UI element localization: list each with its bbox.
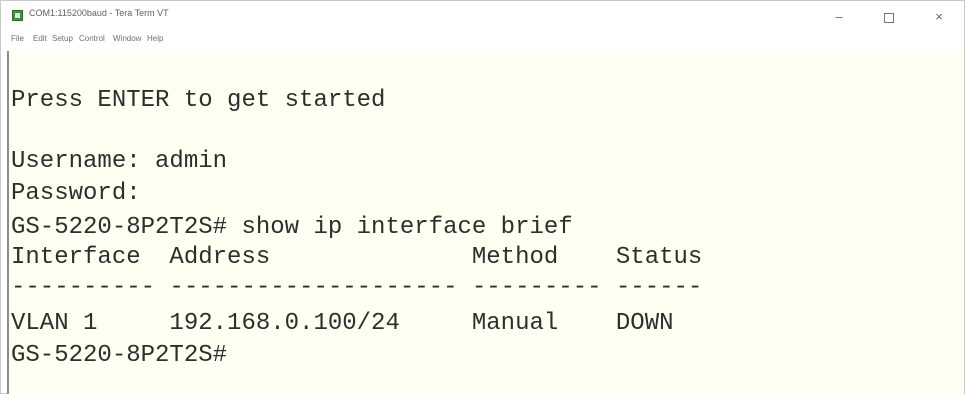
terminal-line-table-header: Interface Address Method Status (11, 244, 703, 271)
menu-edit[interactable]: Edit (33, 34, 47, 43)
minimize-button[interactable]: – (819, 4, 859, 30)
menu-control[interactable]: Control (79, 34, 105, 43)
terminal-line-vlan-row: VLAN 1 192.168.0.100/24 Manual DOWN (11, 310, 674, 337)
tera-term-app-icon[interactable] (12, 10, 23, 21)
menu-help[interactable]: Help (147, 34, 163, 43)
maximize-icon (884, 12, 894, 23)
terminal-screen[interactable]: Press ENTER to get started Username: adm… (7, 51, 964, 394)
maximize-button[interactable] (869, 4, 909, 30)
menu-file[interactable]: File (11, 34, 24, 43)
terminal-line-command: GS-5220-8P2T2S# show ip interface brief (11, 214, 573, 241)
title-bar[interactable]: COM1:115200baud - Tera Term VT – × (1, 1, 964, 31)
close-button[interactable]: × (919, 4, 959, 30)
terminal-line-password: Password: (11, 180, 141, 207)
menu-bar: File Edit Setup Control Window Help (1, 31, 964, 51)
terminal-line-separator: ---------- -------------------- --------… (11, 274, 703, 301)
menu-setup[interactable]: Setup (52, 34, 73, 43)
terminal-line-press-enter: Press ENTER to get started (11, 87, 386, 114)
terminal-line-prompt: GS-5220-8P2T2S# (11, 342, 228, 369)
menu-window[interactable]: Window (113, 34, 141, 43)
tera-term-window: COM1:115200baud - Tera Term VT – × File … (0, 0, 965, 394)
window-title: COM1:115200baud - Tera Term VT (29, 8, 169, 18)
terminal-line-username: Username: admin (11, 148, 228, 175)
